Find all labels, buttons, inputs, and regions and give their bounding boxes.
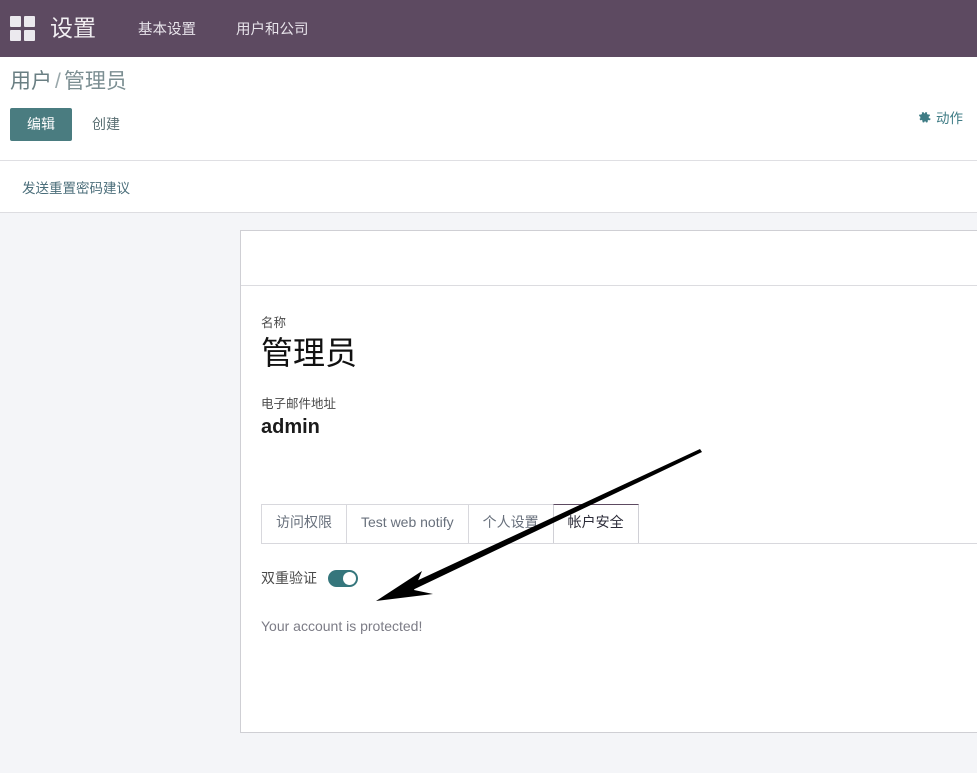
apps-grid-icon[interactable] — [10, 15, 36, 42]
apps-grid-square — [24, 29, 35, 41]
app-title[interactable]: 设置 — [50, 17, 96, 40]
edit-button[interactable]: 编辑 — [10, 108, 72, 141]
tab-preferences[interactable]: 个人设置 — [467, 504, 554, 543]
actions-label: 动作 — [936, 111, 963, 126]
breadcrumb-current: 管理员 — [63, 70, 127, 93]
form-sheet: 名称 管理员 电子邮件地址 admin 访问权限 Test web notify… — [240, 230, 977, 733]
secondary-button-bar: 发送重置密码建议 — [0, 161, 977, 213]
breadcrumb-separator: / — [55, 70, 61, 93]
name-field-value[interactable]: 管理员 — [261, 333, 977, 373]
toggle-knob-icon — [343, 571, 356, 585]
email-field-value[interactable]: admin — [261, 414, 977, 440]
create-button[interactable]: 创建 — [78, 108, 134, 141]
sheet-button-box-area — [241, 231, 977, 286]
breadcrumb: 用户 / 管理员 — [10, 71, 961, 92]
field-group-name: 名称 管理员 — [261, 312, 977, 373]
account-protected-status: Your account is protected! — [261, 618, 423, 634]
tab-panel-account-security: 双重验证 Your account is protected! — [261, 544, 977, 634]
nav-item-users-companies[interactable]: 用户和公司 — [236, 18, 309, 39]
apps-grid-square — [10, 15, 21, 27]
apps-grid-square — [10, 29, 21, 41]
notebook-tab-strip: 访问权限 Test web notify 个人设置 帐户安全 — [261, 504, 977, 544]
two-factor-toggle[interactable] — [328, 569, 358, 587]
control-panel-buttons: 编辑 创建 — [10, 108, 961, 141]
tab-test-web-notify[interactable]: Test web notify — [346, 504, 469, 543]
email-field-label: 电子邮件地址 — [261, 397, 337, 411]
nav-item-general-settings[interactable]: 基本设置 — [138, 18, 196, 39]
two-factor-row: 双重验证 — [261, 568, 977, 588]
send-password-reset-button[interactable]: 发送重置密码建议 — [14, 171, 138, 203]
top-navbar: 设置 基本设置 用户和公司 — [0, 0, 977, 57]
control-panel: 用户 / 管理员 编辑 创建 动作 — [0, 57, 977, 161]
two-factor-label: 双重验证 — [261, 570, 317, 586]
name-field-label: 名称 — [261, 316, 287, 330]
tab-access-rights[interactable]: 访问权限 — [261, 504, 347, 543]
sheet-body: 名称 管理员 电子邮件地址 admin 访问权限 Test web notify… — [241, 286, 977, 634]
field-group-email: 电子邮件地址 admin — [261, 393, 977, 440]
content-area: 名称 管理员 电子邮件地址 admin 访问权限 Test web notify… — [0, 213, 977, 773]
apps-grid-square — [24, 15, 35, 27]
actions-dropdown[interactable]: 动作 — [918, 107, 963, 127]
tab-account-security[interactable]: 帐户安全 — [552, 504, 639, 543]
breadcrumb-root[interactable]: 用户 — [10, 70, 52, 93]
notebook: 访问权限 Test web notify 个人设置 帐户安全 双重验证 Your… — [261, 504, 977, 634]
gear-icon — [918, 111, 931, 124]
